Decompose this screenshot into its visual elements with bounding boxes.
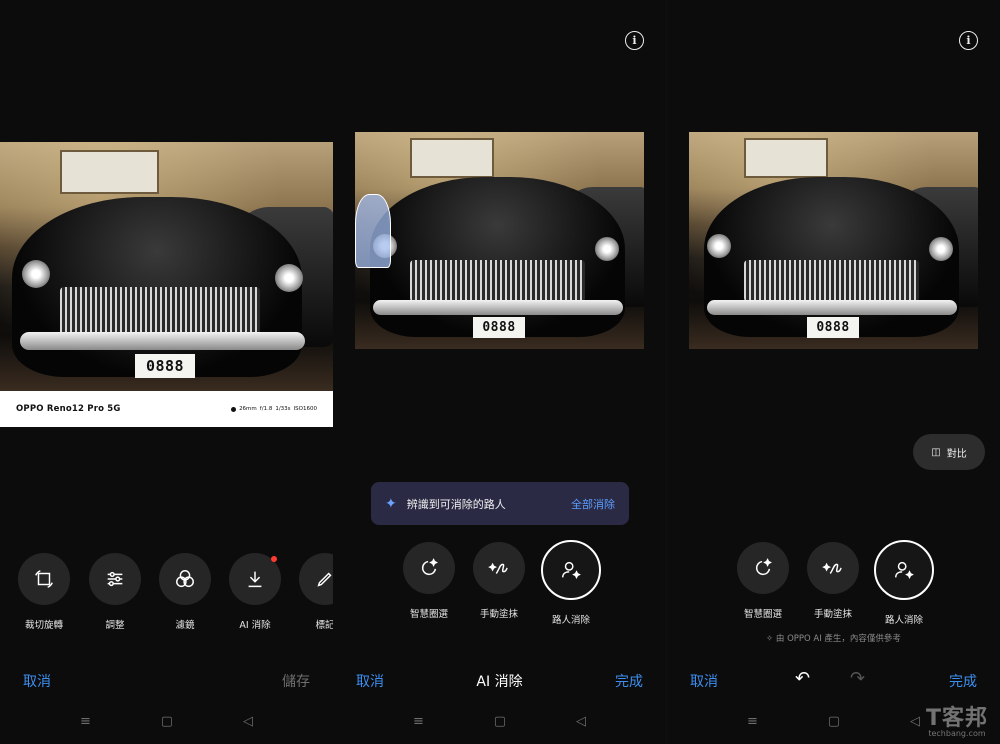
person-remove-icon xyxy=(541,540,601,600)
tool-label: 調整 xyxy=(105,620,125,631)
tool-label: 濾鏡 xyxy=(175,620,195,631)
ai-disclaimer-text: 由 OPPO AI 產生，內容僅供參考 xyxy=(775,634,901,644)
back-nav-icon[interactable]: ◁ xyxy=(243,714,253,729)
car-bumper xyxy=(373,300,623,315)
erase-all-button[interactable]: 全部消除 xyxy=(571,496,615,512)
editor-panel-main: 0888 OPPO Reno12 Pro 5G 26mm f/1.8 1/33s… xyxy=(0,0,333,744)
back-nav-icon[interactable]: ◁ xyxy=(910,714,920,729)
tool-label: 路人消除 xyxy=(551,615,590,626)
crop-rotate-icon xyxy=(18,553,70,605)
param-aperture: f/1.8 xyxy=(259,406,273,412)
param-focal: 26mm xyxy=(239,406,257,412)
headlight-right xyxy=(275,264,303,292)
info-icon[interactable]: i xyxy=(625,31,644,50)
tool-filter[interactable]: 濾鏡 xyxy=(159,553,211,631)
person-remove-icon xyxy=(874,540,934,600)
tool-label: 裁切旋轉 xyxy=(24,620,63,631)
menu-nav-icon[interactable]: ≡ xyxy=(80,714,91,729)
ai-disclaimer: ✧ 由 OPPO AI 產生，內容僅供參考 xyxy=(667,632,1000,644)
tool-smart-lasso[interactable]: 智慧圈選 xyxy=(737,542,789,620)
home-nav-icon[interactable]: ▢ xyxy=(828,714,840,729)
brush-stroke-icon xyxy=(807,542,859,594)
passerby-detected-toast: ✦ 辨識到可消除的路人 全部消除 xyxy=(371,482,629,525)
save-button[interactable]: 儲存 xyxy=(282,671,310,691)
car-bumper xyxy=(20,332,305,350)
tool-crop-rotate[interactable]: 裁切旋轉 xyxy=(18,553,70,631)
home-nav-icon[interactable]: ▢ xyxy=(161,714,173,729)
detected-person-highlight[interactable] xyxy=(355,194,391,268)
tool-label: AI 消除 xyxy=(239,620,271,631)
filter-circles-icon xyxy=(159,553,211,605)
car-grille xyxy=(744,260,919,302)
license-plate: 0888 xyxy=(135,354,195,378)
ai-sparkle-icon: ✦ xyxy=(385,495,397,512)
menu-nav-icon[interactable]: ≡ xyxy=(747,714,758,729)
brand-site: techbang.com xyxy=(928,729,986,738)
headlight-left xyxy=(22,260,50,288)
watermark-params: 26mm f/1.8 1/33s ISO1600 xyxy=(231,406,317,412)
info-icon[interactable]: i xyxy=(959,31,978,50)
smart-lasso-icon xyxy=(737,542,789,594)
redo-icon[interactable]: ↷ xyxy=(850,668,865,689)
home-nav-icon[interactable]: ▢ xyxy=(494,714,506,729)
car-photo: 0888 xyxy=(689,132,978,349)
wall-frame xyxy=(744,138,828,178)
tool-label: 標記 xyxy=(315,620,333,631)
back-nav-icon[interactable]: ◁ xyxy=(576,714,586,729)
tool-passerby-erase[interactable]: 路人消除 xyxy=(541,540,601,626)
camera-watermark: OPPO Reno12 Pro 5G 26mm f/1.8 1/33s ISO1… xyxy=(0,391,333,427)
brush-stroke-icon xyxy=(473,542,525,594)
system-nav-bar: ≡ ▢ ◁ xyxy=(0,714,333,729)
tool-label: 手動塗抹 xyxy=(479,609,518,620)
pen-icon xyxy=(299,553,333,605)
system-nav-bar: ≡ ▢ ◁ xyxy=(333,714,666,729)
tool-label: 手動塗抹 xyxy=(813,609,852,620)
download-arrow-icon xyxy=(229,553,281,605)
license-plate: 0888 xyxy=(473,317,525,338)
smart-lasso-icon xyxy=(403,542,455,594)
car-bumper xyxy=(707,300,957,315)
car-photo: 0888 xyxy=(355,132,644,349)
notification-dot xyxy=(271,556,277,562)
headlight-right xyxy=(929,237,953,261)
tool-manual-brush[interactable]: 手動塗抹 xyxy=(807,542,859,620)
sliders-icon xyxy=(89,553,141,605)
brand-name: T客邦 xyxy=(925,706,988,731)
car-grille xyxy=(410,260,585,302)
tool-label: 智慧圈選 xyxy=(409,609,448,620)
car-grille xyxy=(60,287,260,337)
tool-label: 智慧圈選 xyxy=(743,609,782,620)
headlight-left xyxy=(707,234,731,258)
toast-message: 辨識到可消除的路人 xyxy=(406,497,506,511)
car-photo: 0888 xyxy=(0,142,333,391)
tool-manual-brush[interactable]: 手動塗抹 xyxy=(473,542,525,620)
tool-ai-erase[interactable]: AI 消除 xyxy=(229,553,281,631)
cancel-button[interactable]: 取消 xyxy=(23,671,51,691)
tool-label: 路人消除 xyxy=(884,615,923,626)
undo-icon[interactable]: ↶ xyxy=(795,668,810,689)
license-plate: 0888 xyxy=(807,317,859,338)
compare-button[interactable]: ◫ 對比 xyxy=(913,434,985,470)
watermark-model: OPPO Reno12 Pro 5G xyxy=(16,404,121,414)
ai-generate-icon: ✧ xyxy=(766,634,776,644)
done-button[interactable]: 完成 xyxy=(949,671,977,691)
editor-panel-result: i 0888 ◫ 對比 智慧圈選 手動塗抹 路人消除 ✧ 由 OPPO AI 產… xyxy=(667,0,1000,744)
param-iso: ISO1600 xyxy=(293,406,317,412)
tool-smart-lasso[interactable]: 智慧圈選 xyxy=(403,542,455,620)
cancel-button[interactable]: 取消 xyxy=(690,671,718,691)
wall-frame xyxy=(410,138,494,178)
wall-frame xyxy=(60,150,159,194)
tool-adjust[interactable]: 調整 xyxy=(89,553,141,631)
techbang-watermark: T客邦 techbang.com xyxy=(926,700,988,738)
menu-nav-icon[interactable]: ≡ xyxy=(413,714,424,729)
watermark-dot xyxy=(231,406,237,412)
done-button[interactable]: 完成 xyxy=(615,671,643,691)
tool-passerby-erase[interactable]: 路人消除 xyxy=(874,540,934,626)
compare-icon: ◫ xyxy=(931,446,941,458)
headlight-right xyxy=(595,237,619,261)
compare-label: 對比 xyxy=(946,448,967,460)
tool-markup[interactable]: 標記 xyxy=(299,553,333,631)
param-shutter: 1/33s xyxy=(275,406,291,412)
editor-panel-ai-erase: i 0888 ✦ 辨識到可消除的路人 全部消除 智慧圈選 手動塗抹 路人消除 取… xyxy=(333,0,666,744)
